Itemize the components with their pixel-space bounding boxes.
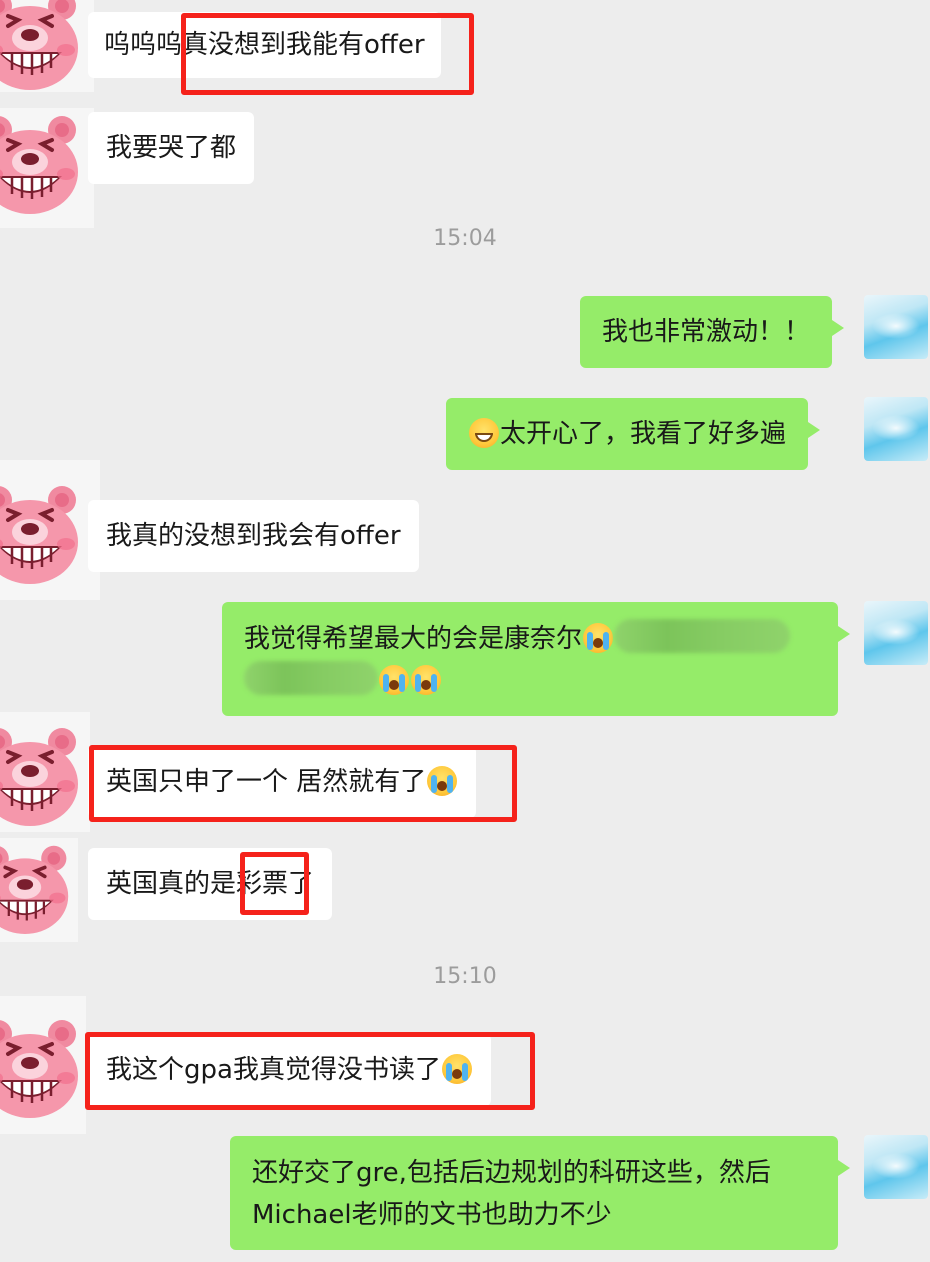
redacted-text xyxy=(614,619,791,653)
message-text-line-1: 还好交了gre,包括后边规划的科研这些，然后 xyxy=(252,1158,771,1188)
highlight-box xyxy=(181,13,474,95)
outgoing-message-bubble[interactable]: 我觉得希望最大的会是康奈尔 xyxy=(222,602,850,716)
bear-avatar-icon xyxy=(0,1018,80,1118)
highlight-box xyxy=(89,745,517,822)
loudly-crying-face-emoji-icon xyxy=(411,665,441,695)
highlight-box xyxy=(240,852,309,915)
message-text: 我也非常激动！！ xyxy=(602,317,811,347)
message-text-line-1: 我觉得希望最大的会是康奈尔 xyxy=(244,624,583,654)
self-avatar[interactable] xyxy=(864,397,928,461)
outgoing-message-bubble[interactable]: 我也非常激动！！ xyxy=(580,296,845,368)
highlight-box xyxy=(85,1032,535,1110)
message-text: 我要哭了都 xyxy=(106,133,237,163)
self-avatar[interactable] xyxy=(864,601,928,665)
self-avatar[interactable] xyxy=(864,1135,928,1199)
contact-avatar[interactable] xyxy=(0,996,86,1134)
loudly-crying-face-emoji-icon xyxy=(583,623,614,653)
bear-avatar-icon xyxy=(0,114,80,214)
contact-avatar[interactable] xyxy=(0,712,90,832)
timestamp: 15:10 xyxy=(433,964,497,989)
contact-avatar[interactable] xyxy=(0,460,100,600)
message-text-line-2: Michael老师的文书也助力不少 xyxy=(252,1200,612,1230)
outgoing-message-bubble[interactable]: 太开心了，我看了好多遍 xyxy=(446,398,821,470)
redacted-text xyxy=(244,661,378,695)
loudly-crying-face-emoji-icon xyxy=(379,665,409,695)
bear-avatar-icon xyxy=(0,0,80,90)
bear-avatar-icon xyxy=(0,844,70,934)
incoming-message-bubble[interactable]: 我真的没想到我会有offer xyxy=(88,500,419,572)
contact-avatar[interactable] xyxy=(0,838,78,942)
bear-avatar-icon xyxy=(0,726,80,826)
contact-avatar[interactable] xyxy=(0,0,94,92)
bear-avatar-icon xyxy=(0,484,80,584)
self-avatar[interactable] xyxy=(864,295,928,359)
timestamp: 15:04 xyxy=(433,226,497,251)
contact-avatar[interactable] xyxy=(0,108,94,228)
incoming-message-bubble[interactable]: 我要哭了都 xyxy=(88,112,255,184)
grinning-face-emoji-icon xyxy=(469,418,499,448)
message-text: 我真的没想到我会有offer xyxy=(106,521,401,551)
message-text: 太开心了，我看了好多遍 xyxy=(500,419,787,449)
outgoing-message-bubble[interactable]: 还好交了gre,包括后边规划的科研这些，然后 Michael老师的文书也助力不少 xyxy=(230,1136,850,1250)
